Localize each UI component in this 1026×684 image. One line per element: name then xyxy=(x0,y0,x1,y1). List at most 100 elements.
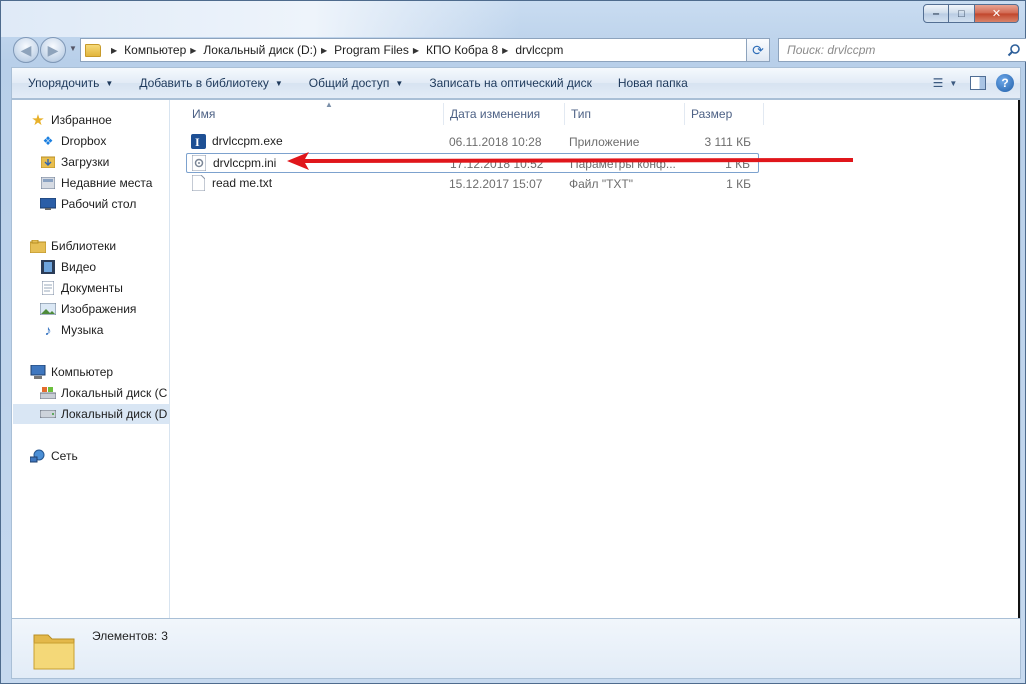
caption-buttons: ‒ □ ✕ xyxy=(923,4,1019,23)
search-input[interactable] xyxy=(787,43,997,57)
breadcrumb-separator-icon[interactable]: ▶ xyxy=(321,46,327,55)
column-header-label: Размер xyxy=(691,107,733,121)
sidebar-item-documents[interactable]: Документы xyxy=(40,278,123,298)
breadcrumb-computer[interactable]: Компьютер xyxy=(124,43,186,57)
organize-label: Упорядочить xyxy=(28,76,100,90)
window-edge xyxy=(1018,100,1020,618)
item-count: Элементов: 3 xyxy=(92,629,168,643)
desktop-icon xyxy=(40,196,56,212)
file-name-cell[interactable]: I drvlccpm.exe xyxy=(190,133,283,149)
back-button[interactable]: ◀ xyxy=(13,37,39,63)
folder-icon xyxy=(33,634,75,670)
search-icon[interactable] xyxy=(1007,43,1021,57)
chevron-down-icon: ▼ xyxy=(105,78,114,88)
libraries-icon xyxy=(30,238,46,254)
search-box[interactable] xyxy=(778,38,1026,62)
address-bar[interactable]: ▶ Компьютер ▶ Локальный диск (D:) ▶ Prog… xyxy=(80,38,766,62)
file-name: drvlccpm.ini xyxy=(213,156,277,170)
title-bar[interactable] xyxy=(1,1,521,37)
back-arrow-icon: ◀ xyxy=(20,41,32,58)
add-to-library-menu[interactable]: Добавить в библиотеку ▼ xyxy=(129,70,292,96)
forward-button[interactable]: ▶ xyxy=(40,37,66,63)
sidebar-item-disk-c[interactable]: Локальный диск (C xyxy=(40,383,167,403)
breadcrumb-separator-icon[interactable]: ▶ xyxy=(502,46,508,55)
navigation-pane[interactable]: ★ Избранное ❖ Dropbox Загрузки Недавние ме… xyxy=(12,100,170,618)
sidebar-item-dropbox[interactable]: ❖ Dropbox xyxy=(40,131,107,151)
sidebar-item-downloads[interactable]: Загрузки xyxy=(40,152,109,172)
sidebar-item-recent[interactable]: Недавние места xyxy=(40,173,152,193)
file-name-cell[interactable]: drvlccpm.ini xyxy=(191,155,276,171)
navigation-bar: ◀ ▶ ▼ ▶ Компьютер ▶ Локальный диск (D:) … xyxy=(11,36,1026,64)
close-button[interactable]: ✕ xyxy=(975,4,1019,23)
chevron-down-icon: ▼ xyxy=(274,78,283,88)
sidebar-item-music[interactable]: ♪ Музыка xyxy=(40,320,104,340)
sidebar-item-desktop[interactable]: Рабочий стол xyxy=(40,194,136,214)
column-header-date[interactable]: Дата изменения xyxy=(444,103,565,125)
breadcrumb-program-files[interactable]: Program Files xyxy=(334,43,409,57)
view-list-icon: ☰ xyxy=(932,76,944,90)
refresh-button[interactable]: ⟳ xyxy=(746,38,770,62)
column-header-label: Тип xyxy=(571,107,592,121)
file-name: read me.txt xyxy=(212,176,273,190)
column-header-type[interactable]: Тип xyxy=(565,103,685,125)
preview-pane-icon[interactable] xyxy=(970,76,986,90)
sidebar-item-label: Dropbox xyxy=(61,134,107,148)
sidebar-item-label: Недавние места xyxy=(61,176,153,190)
recent-pages-dropdown[interactable]: ▼ xyxy=(69,44,77,53)
folder-icon xyxy=(85,43,101,57)
column-header-size[interactable]: Размер xyxy=(685,103,764,125)
sidebar-item-label: Изображения xyxy=(61,302,137,316)
sidebar-item-images[interactable]: Изображения xyxy=(40,299,136,319)
explorer-window: ‒ □ ✕ ◀ ▶ ▼ ▶ Компьютер ▶ Локальный диск… xyxy=(0,0,1026,684)
ini-settings-icon xyxy=(191,155,207,171)
sidebar-item-favorites[interactable]: ★ Избранное xyxy=(30,110,112,130)
command-bar-right: ☰ ▼ ? xyxy=(930,71,1014,95)
breadcrumb-disk-d[interactable]: Локальный диск (D:) xyxy=(203,43,317,57)
table-row[interactable]: I drvlccpm.exe 06.11.2018 10:28 Приложен… xyxy=(186,132,759,152)
help-icon[interactable]: ? xyxy=(996,74,1014,92)
images-icon xyxy=(40,301,56,317)
chevron-down-icon: ▼ xyxy=(949,78,958,88)
music-note-icon: ♪ xyxy=(44,322,52,338)
share-menu[interactable]: Общий доступ ▼ xyxy=(299,70,414,96)
organize-menu[interactable]: Упорядочить ▼ xyxy=(18,70,123,96)
minimize-button[interactable]: ‒ xyxy=(923,4,949,23)
file-list[interactable]: Имя ▲ Дата изменения Тип Размер I drvlccp… xyxy=(171,100,1020,618)
sidebar-item-network[interactable]: Сеть xyxy=(30,446,78,466)
breadcrumb-separator-icon[interactable]: ▶ xyxy=(413,46,419,55)
sidebar-item-label: Библиотеки xyxy=(51,239,117,253)
new-folder-button[interactable]: Новая папка xyxy=(608,70,698,96)
dropbox-icon: ❖ xyxy=(42,134,54,148)
column-header-label: Имя xyxy=(192,107,216,121)
sidebar-item-disk-d[interactable]: Локальный диск (D xyxy=(13,404,169,424)
file-date: 15.12.2017 15:07 xyxy=(449,177,543,191)
file-date: 06.11.2018 10:28 xyxy=(449,135,542,149)
breadcrumb-kpo-kobra[interactable]: КПО Кобра 8 xyxy=(426,43,498,57)
sidebar-item-label: Видео xyxy=(61,260,97,274)
item-count-label: Элементов: xyxy=(92,629,158,643)
maximize-button[interactable]: □ xyxy=(949,4,975,23)
breadcrumb-separator-icon[interactable]: ▶ xyxy=(190,46,196,55)
share-label: Общий доступ xyxy=(308,76,390,90)
sidebar-item-libraries[interactable]: Библиотеки xyxy=(30,236,116,256)
sidebar-item-computer[interactable]: Компьютер xyxy=(30,362,113,382)
file-name-cell[interactable]: read me.txt xyxy=(190,175,272,191)
annotation-arrow xyxy=(287,152,853,170)
burn-button[interactable]: Записать на оптический диск xyxy=(419,70,602,96)
breadcrumb-separator-icon[interactable]: ▶ xyxy=(111,46,117,55)
add-to-library-label: Добавить в библиотеку xyxy=(139,76,269,90)
computer-icon xyxy=(30,364,46,380)
downloads-folder-icon xyxy=(40,154,56,170)
sidebar-item-label: Рабочий стол xyxy=(61,197,137,211)
sidebar-item-label: Локальный диск (C xyxy=(61,386,168,400)
change-view-button[interactable]: ☰ ▼ xyxy=(930,71,960,95)
burn-label: Записать на оптический диск xyxy=(429,76,592,90)
system-drive-icon xyxy=(40,385,56,401)
sidebar-item-label: Избранное xyxy=(51,113,112,127)
command-bar: Упорядочить ▼ Добавить в библиотеку ▼ Общи… xyxy=(11,67,1021,99)
sidebar-item-label: Документы xyxy=(61,281,123,295)
breadcrumb-drvlccpm[interactable]: drvlccpm xyxy=(515,43,563,57)
sidebar-item-video[interactable]: Видео xyxy=(40,257,96,277)
table-row[interactable]: read me.txt 15.12.2017 15:07 Файл "TXT" … xyxy=(186,174,759,194)
column-header-name[interactable]: Имя ▲ xyxy=(186,100,444,125)
